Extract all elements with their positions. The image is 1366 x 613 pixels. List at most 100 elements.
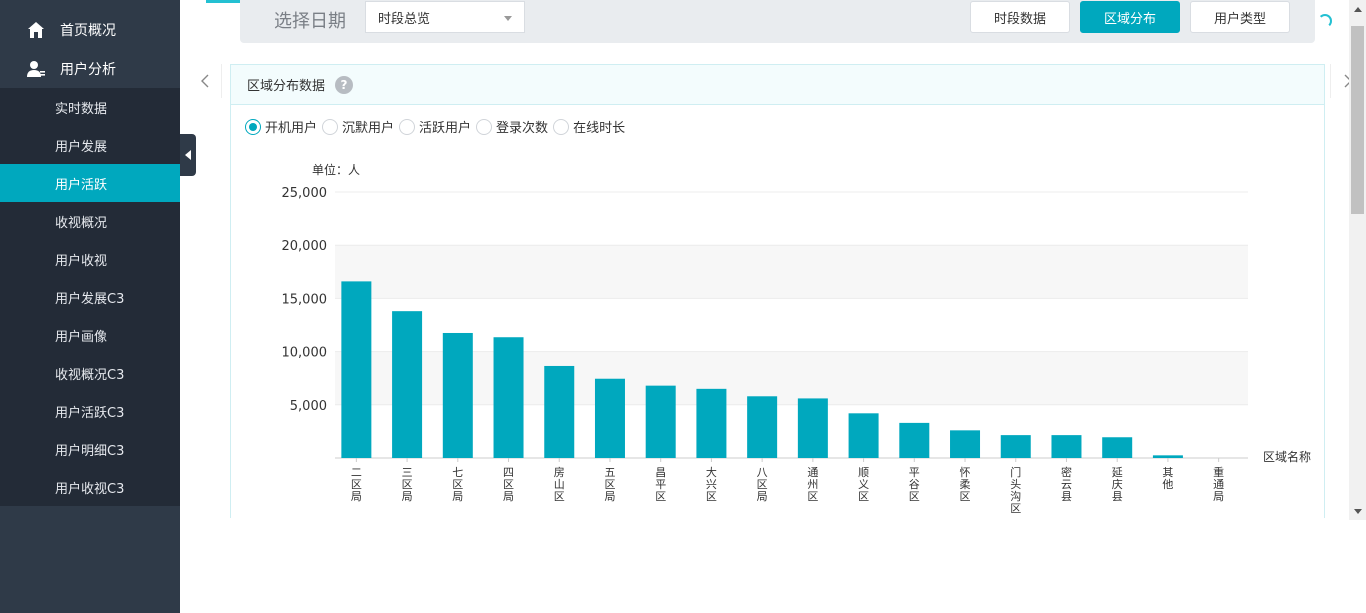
sidebar-item-user-growth-c3[interactable]: 用户发展C3 [0,278,180,316]
user-type-button[interactable]: 用户类型 [1190,1,1290,33]
x-tick-label: 平谷区 [909,466,920,503]
x-tick-label: 昌平区 [655,466,666,503]
bar [950,430,981,458]
bar [341,281,372,458]
scroll-thumb[interactable] [1351,26,1364,214]
x-tick-label: 三区局 [402,466,413,503]
radio-label: 活跃用户 [419,121,472,136]
sidebar-item-user-portrait[interactable]: 用户画像 [0,316,180,354]
radio-label: 开机用户 [265,121,318,136]
x-tick-label-char: 局 [503,490,514,503]
period-select-value: 时段总览 [378,11,431,27]
x-tick-label-char: 县 [1061,490,1072,503]
x-tick-label-char: 局 [351,490,362,503]
sidebar-top: 首页概况 用户分析 [0,0,180,88]
x-tick-label: 通州区 [807,466,818,503]
radio-dot [245,118,261,135]
x-tick-label-char: 局 [1213,490,1224,503]
x-tick-label-char: 县 [1112,490,1123,503]
x-tick-label: 五区局 [604,466,615,503]
x-tick-label: 怀柔区 [960,466,971,503]
caret-left-icon [185,150,191,160]
radio-login-count[interactable]: 登录次数 [476,117,548,136]
radio-dot [322,118,339,135]
x-tick-label-char: 区 [554,490,565,503]
sidebar: 首页概况 用户分析 实时数据 用户发展 用户活跃 收视概况 用户收视 用户发展C… [0,0,180,613]
y-tick-label: 10,000 [282,346,328,361]
radio-silent-users[interactable]: 沉默用户 [322,117,394,136]
metric-radio-group: 开机用户 沉默用户 活跃用户 登录次数 在线时长 [245,117,630,136]
y-tick-label: 15,000 [282,292,328,307]
x-tick-label-char: 门 [1010,465,1021,479]
x-tick-label-char: 他 [1162,478,1173,491]
bar [1051,435,1082,458]
bar [392,311,423,458]
radio-label: 沉默用户 [342,121,395,136]
radio-label: 登录次数 [496,121,549,136]
page-background [180,518,1349,613]
scroll-up-button[interactable] [1349,0,1366,17]
filter-toolbar: 选择日期 时段总览 时段数据 区域分布 用户类型 [240,0,1315,43]
sidebar-submenu: 实时数据 用户发展 用户活跃 收视概况 用户收视 用户发展C3 用户画像 收视概… [0,88,180,506]
sidebar-item-user-active[interactable]: 用户活跃 [0,164,180,202]
sidebar-item-viewing-overview-c3[interactable]: 收视概况C3 [0,354,180,392]
page-scrollbar[interactable] [1349,0,1366,520]
sidebar-item-realtime[interactable]: 实时数据 [0,88,180,126]
period-select[interactable]: 时段总览 [365,1,525,33]
x-tick-label-char: 区 [909,490,920,503]
user-icon [26,59,46,79]
sidebar-item-home[interactable]: 首页概况 [0,10,180,49]
bar [696,388,727,458]
bar [493,337,524,458]
period-data-button[interactable]: 时段数据 [970,1,1070,33]
chevron-left-icon [200,74,208,88]
x-tick-label: 门头沟区 [1010,465,1021,515]
x-tick-label: 四区局 [503,466,514,503]
loading-spinner-icon [1318,14,1332,28]
radio-dot [553,118,570,135]
sidebar-collapse-button[interactable] [180,134,196,176]
bar [544,365,575,458]
x-tick-label: 七区局 [452,466,463,503]
x-tick-label: 其他 [1162,466,1173,491]
sidebar-item-label: 用户分析 [60,61,116,78]
x-tick-label: 延庆县 [1112,466,1123,503]
x-tick-label: 重通局 [1213,465,1224,503]
bar [899,422,930,458]
radio-online-duration[interactable]: 在线时长 [553,117,625,136]
x-tick-label-char: 局 [757,490,768,503]
region-distribution-button[interactable]: 区域分布 [1080,1,1180,33]
x-tick-label-char: 局 [604,490,615,503]
x-axis-name: 区域名称 [1263,449,1311,464]
sidebar-item-user-detail-c3[interactable]: 用户明细C3 [0,430,180,468]
panel-header: 区域分布数据 ? [231,65,1324,105]
radio-dot [399,118,416,135]
x-tick-label-char: 区 [1010,502,1021,515]
sidebar-item-user-active-c3[interactable]: 用户活跃C3 [0,392,180,430]
x-tick-label-char: 局 [452,490,463,503]
y-tick-label: 25,000 [282,186,328,201]
radio-dot [476,118,493,135]
bar [1102,437,1133,458]
sidebar-item-user-growth[interactable]: 用户发展 [0,126,180,164]
x-tick-label-char: 局 [402,490,413,503]
bar [747,396,778,458]
sidebar-item-user-viewing[interactable]: 用户收视 [0,240,180,278]
sidebar-item-label: 首页概况 [60,22,116,39]
sidebar-item-user-viewing-c3[interactable]: 用户收视C3 [0,468,180,506]
x-tick-label-char: 区 [706,490,717,503]
date-label: 选择日期 [274,11,346,32]
prev-arrow-button[interactable] [188,64,222,98]
bar [442,332,473,458]
sidebar-item-viewing-overview[interactable]: 收视概况 [0,202,180,240]
scroll-down-button[interactable] [1349,503,1366,520]
panel-title: 区域分布数据 [247,79,326,94]
bar [645,385,676,458]
x-tick-label-char: 区 [858,490,869,503]
radio-active-users[interactable]: 活跃用户 [399,117,471,136]
unit-label: 单位：人 [312,162,360,177]
radio-power-on-users[interactable]: 开机用户 [245,117,317,136]
sidebar-item-user-analysis[interactable]: 用户分析 [0,49,180,88]
bar [1152,455,1183,458]
help-icon[interactable]: ? [335,75,354,94]
